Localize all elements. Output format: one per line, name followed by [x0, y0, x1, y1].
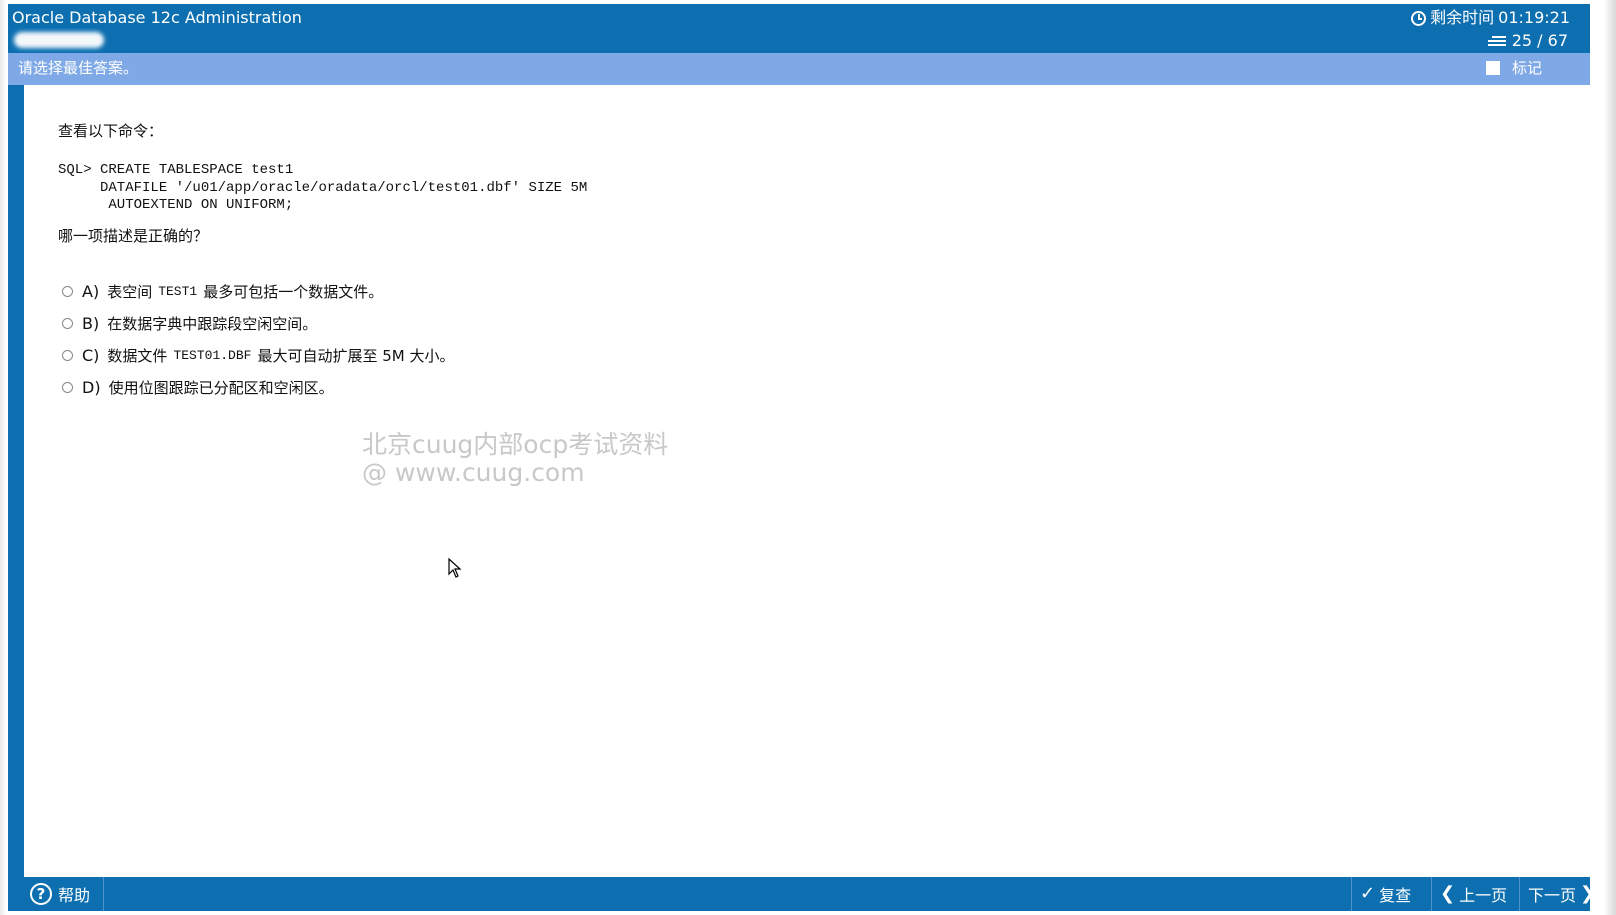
mark-question-toggle[interactable]: 标记 [1485, 58, 1542, 78]
code-line: AUTOEXTEND ON UNIFORM; [58, 197, 294, 213]
clock-icon [1411, 10, 1427, 26]
question-intro: 查看以下命令： [58, 122, 164, 140]
arrow-left-icon: ❮ [1440, 883, 1456, 904]
instruction-bar: 请选择最佳答案。 标记 [8, 53, 1590, 85]
option-text: 数据文件 [107, 346, 168, 365]
option-letter: A) [82, 281, 100, 301]
mouse-pointer-icon [448, 558, 462, 578]
option-c[interactable]: C) 数据文件 TEST01.DBF 最大可自动扩展至 5M 大小。 [58, 339, 454, 371]
question-panel: 查看以下命令： SQL> CREATE TABLESPACE test1 DAT… [24, 85, 1590, 877]
option-code: TEST01.DBF [173, 347, 252, 363]
option-text: 表空间 [107, 282, 153, 301]
option-text: 最大可自动扩展至 5M 大小。 [257, 346, 455, 365]
prev-label: 上一页 [1459, 886, 1508, 905]
option-text: 在数据字典中跟踪段空闲空间。 [107, 314, 318, 333]
check-icon: ✓ [1360, 883, 1376, 904]
left-rail [8, 85, 24, 877]
bottom-left-rail [8, 877, 24, 911]
option-text: 最多可包括一个数据文件。 [203, 282, 384, 301]
help-label: 帮助 [58, 886, 91, 905]
question-progress: 25 / 67 [1487, 31, 1568, 51]
watermark-line: @ www.cuug.com [362, 458, 585, 487]
mark-label: 标记 [1511, 59, 1542, 77]
list-icon [1487, 35, 1506, 47]
option-code: TEST1 [158, 283, 198, 299]
question-prompt: 哪一项描述是正确的？ [58, 227, 209, 245]
option-b-radio[interactable] [62, 317, 73, 329]
mark-checkbox[interactable] [1485, 61, 1500, 75]
progress-counter: 25 / 67 [1511, 31, 1568, 50]
next-label: 下一页 [1528, 886, 1577, 905]
watermark-line: 北京cuug内部ocp考试资料 [362, 430, 669, 459]
redacted-username [14, 32, 104, 48]
next-page-button[interactable]: 下一页 ❯ [1519, 877, 1595, 911]
previous-page-button[interactable]: ❮ 上一页 [1431, 877, 1519, 911]
time-remaining: 剩余时间 01:19:21 [1411, 8, 1570, 28]
help-button[interactable]: ? 帮助 [24, 877, 104, 911]
app-title: Oracle Database 12c Administration [12, 8, 302, 27]
option-c-radio[interactable] [62, 349, 73, 361]
watermark: 北京cuug内部ocp考试资料 @ www.cuug.com [362, 431, 668, 487]
exam-window: Oracle Database 12c Administration 剩余时间 … [0, 0, 1616, 915]
option-b[interactable]: B) 在数据字典中跟踪段空闲空间。 [58, 307, 454, 339]
bottom-toolbar: ? 帮助 ✓ 复查 ❮ 上一页 下一页 ❯ [24, 877, 1595, 911]
review-button[interactable]: ✓ 复查 [1351, 877, 1431, 911]
title-bar: Oracle Database 12c Administration 剩余时间 … [8, 4, 1590, 53]
instruction-text: 请选择最佳答案。 [18, 59, 139, 77]
option-letter: D) [82, 377, 101, 397]
option-d[interactable]: D) 使用位图跟踪已分配区和空闲区。 [58, 371, 454, 403]
answer-options: A) 表空间 TEST1 最多可包括一个数据文件。 B) 在数据字典中跟踪段空闲… [58, 275, 454, 403]
question-circle-icon: ? [30, 883, 52, 905]
code-line: DATAFILE '/u01/app/oracle/oradata/orcl/t… [58, 179, 588, 196]
option-a[interactable]: A) 表空间 TEST1 最多可包括一个数据文件。 [58, 275, 454, 307]
timer-value: 01:19:21 [1498, 8, 1570, 27]
option-letter: B) [82, 313, 100, 333]
option-text: 使用位图跟踪已分配区和空闲区。 [108, 378, 334, 397]
arrow-right-icon: ❯ [1580, 883, 1596, 904]
option-d-radio[interactable] [62, 381, 73, 393]
option-a-radio[interactable] [62, 285, 73, 297]
review-label: 复查 [1379, 886, 1412, 905]
timer-label: 剩余时间 [1430, 8, 1495, 27]
sql-code-block: SQL> CREATE TABLESPACE test1 DATAFILE '/… [58, 162, 587, 215]
option-letter: C) [82, 345, 100, 365]
code-line: SQL> CREATE TABLESPACE test1 [58, 162, 294, 178]
